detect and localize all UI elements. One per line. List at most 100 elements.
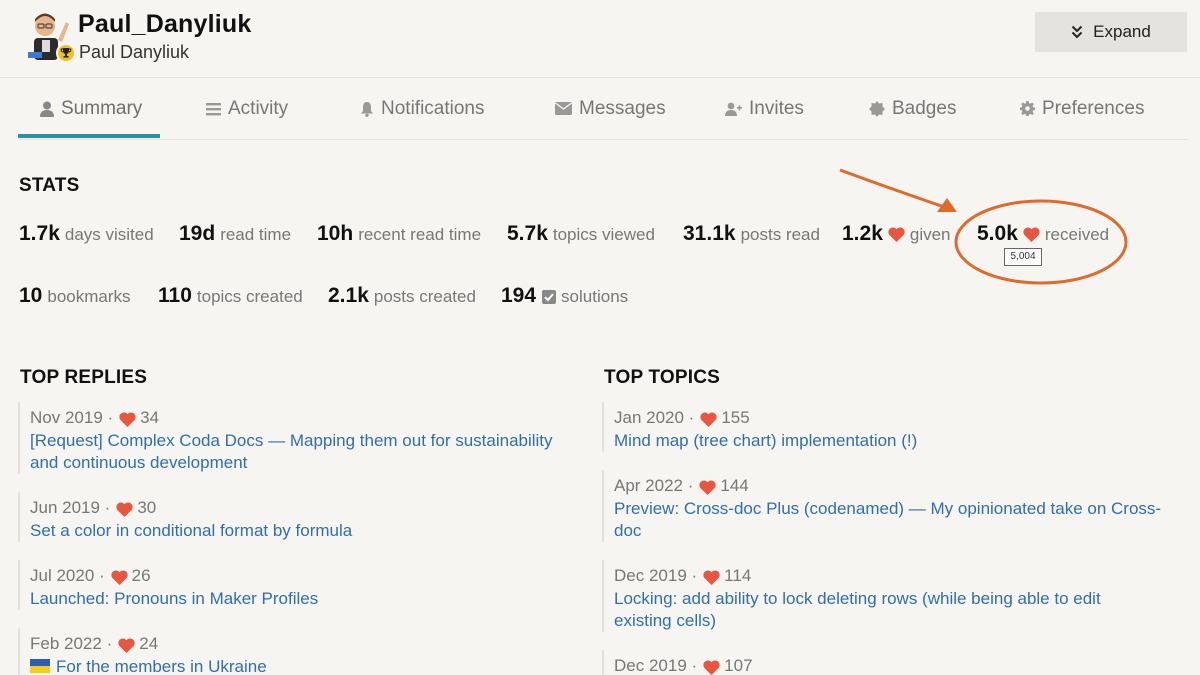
- tab-label: Badges: [892, 97, 957, 119]
- item-meta: Nov 2019 · 34: [30, 408, 160, 427]
- list-item: Dec 2019 · 114 Locking: add ability to l…: [602, 560, 1162, 632]
- stat-posts-read: 31.1k posts read: [683, 222, 820, 246]
- top-topics-list: Jan 2020 · 155 Mind map (tree chart) imp…: [602, 402, 1162, 675]
- profile-nav: Summary Activity Notifications Messages …: [18, 78, 1188, 140]
- item-date: Dec 2019: [614, 656, 687, 675]
- stat-solutions: 194 solutions: [501, 284, 628, 308]
- list-item: Apr 2022 · 144 Preview: Cross-doc Plus (…: [602, 470, 1162, 542]
- item-date: Apr 2022: [614, 476, 683, 495]
- topic-link[interactable]: Preview: Cross-doc Plus (codenamed) — My…: [614, 498, 1162, 542]
- user-icon: [40, 101, 54, 117]
- item-likes: 144: [720, 476, 749, 495]
- item-meta: Dec 2019 · 107: [614, 656, 753, 675]
- item-meta: Jul 2020 · 26: [30, 566, 151, 585]
- list-item: Nov 2019 · 34 [Request] Complex Coda Doc…: [18, 402, 578, 474]
- list-item: Jun 2019 · 30 Set a color in conditional…: [18, 492, 578, 542]
- top-replies-list: Nov 2019 · 34 [Request] Complex Coda Doc…: [18, 402, 578, 675]
- stat-label: read time: [220, 225, 292, 244]
- item-date: Jul 2020: [30, 566, 95, 585]
- item-likes: 114: [724, 566, 752, 585]
- tab-label: Summary: [61, 97, 143, 119]
- list-item: Feb 2022 · 24 For the members in Ukraine: [18, 628, 578, 675]
- tab-badges[interactable]: Badges: [869, 78, 956, 139]
- stat-value: 110: [158, 284, 192, 307]
- stat-value: 1.2k: [842, 222, 883, 245]
- envelope-icon: [555, 102, 572, 115]
- tab-label: Messages: [579, 97, 666, 119]
- stat-read-time: 19d read time: [179, 222, 291, 246]
- top-topics-title: TOP TOPICS: [604, 367, 721, 388]
- item-likes: 24: [139, 634, 159, 653]
- stat-label: bookmarks: [47, 287, 131, 306]
- stat-value: 194: [501, 284, 537, 307]
- checkbox-icon: [542, 290, 557, 304]
- tab-label: Notifications: [381, 97, 485, 119]
- stat-value: 10: [19, 284, 43, 307]
- heart-icon: [700, 412, 717, 427]
- reply-link[interactable]: Set a color in conditional format by for…: [30, 520, 578, 542]
- tab-label: Invites: [749, 97, 804, 119]
- tab-label: Preferences: [1042, 97, 1145, 119]
- stat-value: 10h: [317, 222, 354, 245]
- badge-icon: [869, 100, 885, 117]
- profile-header: Paul_Danyliuk Paul Danyliuk Expand: [0, 0, 1200, 78]
- tab-preferences[interactable]: Preferences: [1020, 78, 1144, 139]
- stat-value: 5.0k: [977, 222, 1018, 245]
- item-likes: 26: [131, 566, 151, 585]
- expand-button[interactable]: Expand: [1035, 12, 1187, 52]
- stat-likes-received: 5.0k received: [977, 222, 1109, 246]
- heart-icon: [119, 412, 136, 427]
- stat-label: recent read time: [358, 225, 482, 244]
- stat-value: 1.7k: [19, 222, 60, 245]
- topic-link[interactable]: Locking: add ability to lock deleting ro…: [614, 588, 1162, 632]
- heart-icon: [111, 570, 128, 585]
- item-likes: 155: [721, 408, 750, 427]
- item-meta: Apr 2022 · 144: [614, 476, 749, 495]
- bell-icon: [361, 101, 373, 117]
- item-meta: Jun 2019 · 30: [30, 498, 157, 517]
- list-icon: [206, 102, 221, 115]
- active-tab-indicator: [18, 134, 160, 138]
- stat-recent-read-time: 10h recent read time: [317, 222, 481, 246]
- expand-label: Expand: [1093, 22, 1151, 41]
- gear-icon: [1020, 101, 1035, 116]
- heart-icon: [1023, 227, 1040, 242]
- tab-messages[interactable]: Messages: [555, 78, 666, 139]
- item-date: Jan 2020: [614, 408, 684, 427]
- reply-link[interactable]: For the members in Ukraine: [56, 657, 267, 675]
- top-replies-title: TOP REPLIES: [20, 367, 148, 388]
- item-date: Jun 2019: [30, 498, 100, 517]
- heart-icon: [118, 638, 135, 653]
- reply-link-row[interactable]: For the members in Ukraine: [30, 656, 578, 675]
- stat-label: days visited: [64, 225, 154, 244]
- stat-value: 31.1k: [683, 222, 736, 245]
- stat-label: solutions: [561, 287, 629, 306]
- stat-likes-given: 1.2k given: [842, 222, 951, 246]
- tab-summary[interactable]: Summary: [40, 78, 142, 139]
- tab-invites[interactable]: Invites: [725, 78, 804, 139]
- heart-icon: [703, 660, 720, 675]
- item-likes: 34: [140, 408, 160, 427]
- heart-icon: [703, 570, 720, 585]
- tab-label: Activity: [228, 97, 289, 119]
- heart-icon: [699, 480, 717, 495]
- reply-link[interactable]: [Request] Complex Coda Docs — Mapping th…: [30, 430, 578, 474]
- stat-value: 2.1k: [328, 284, 369, 307]
- stat-value: 19d: [179, 222, 216, 245]
- item-meta: Feb 2022 · 24: [30, 634, 159, 653]
- tab-notifications[interactable]: Notifications: [360, 78, 485, 139]
- tab-activity[interactable]: Activity: [206, 78, 288, 139]
- ukraine-flag-icon: [30, 659, 50, 673]
- item-likes: 30: [137, 498, 157, 517]
- heart-icon: [888, 227, 905, 242]
- username: Paul_Danyliuk: [78, 10, 252, 38]
- user-plus-icon: [725, 102, 742, 116]
- stat-days-visited: 1.7k days visited: [19, 222, 154, 246]
- double-chevron-down-icon: [1071, 25, 1083, 39]
- fullname-row: Paul Danyliuk: [56, 42, 189, 63]
- reply-link[interactable]: Launched: Pronouns in Maker Profiles: [30, 588, 578, 610]
- trophy-icon: [56, 42, 76, 63]
- topic-link[interactable]: Mind map (tree chart) implementation (!): [614, 430, 1162, 452]
- stat-topics-viewed: 5.7k topics viewed: [507, 222, 655, 246]
- heart-icon: [116, 502, 133, 517]
